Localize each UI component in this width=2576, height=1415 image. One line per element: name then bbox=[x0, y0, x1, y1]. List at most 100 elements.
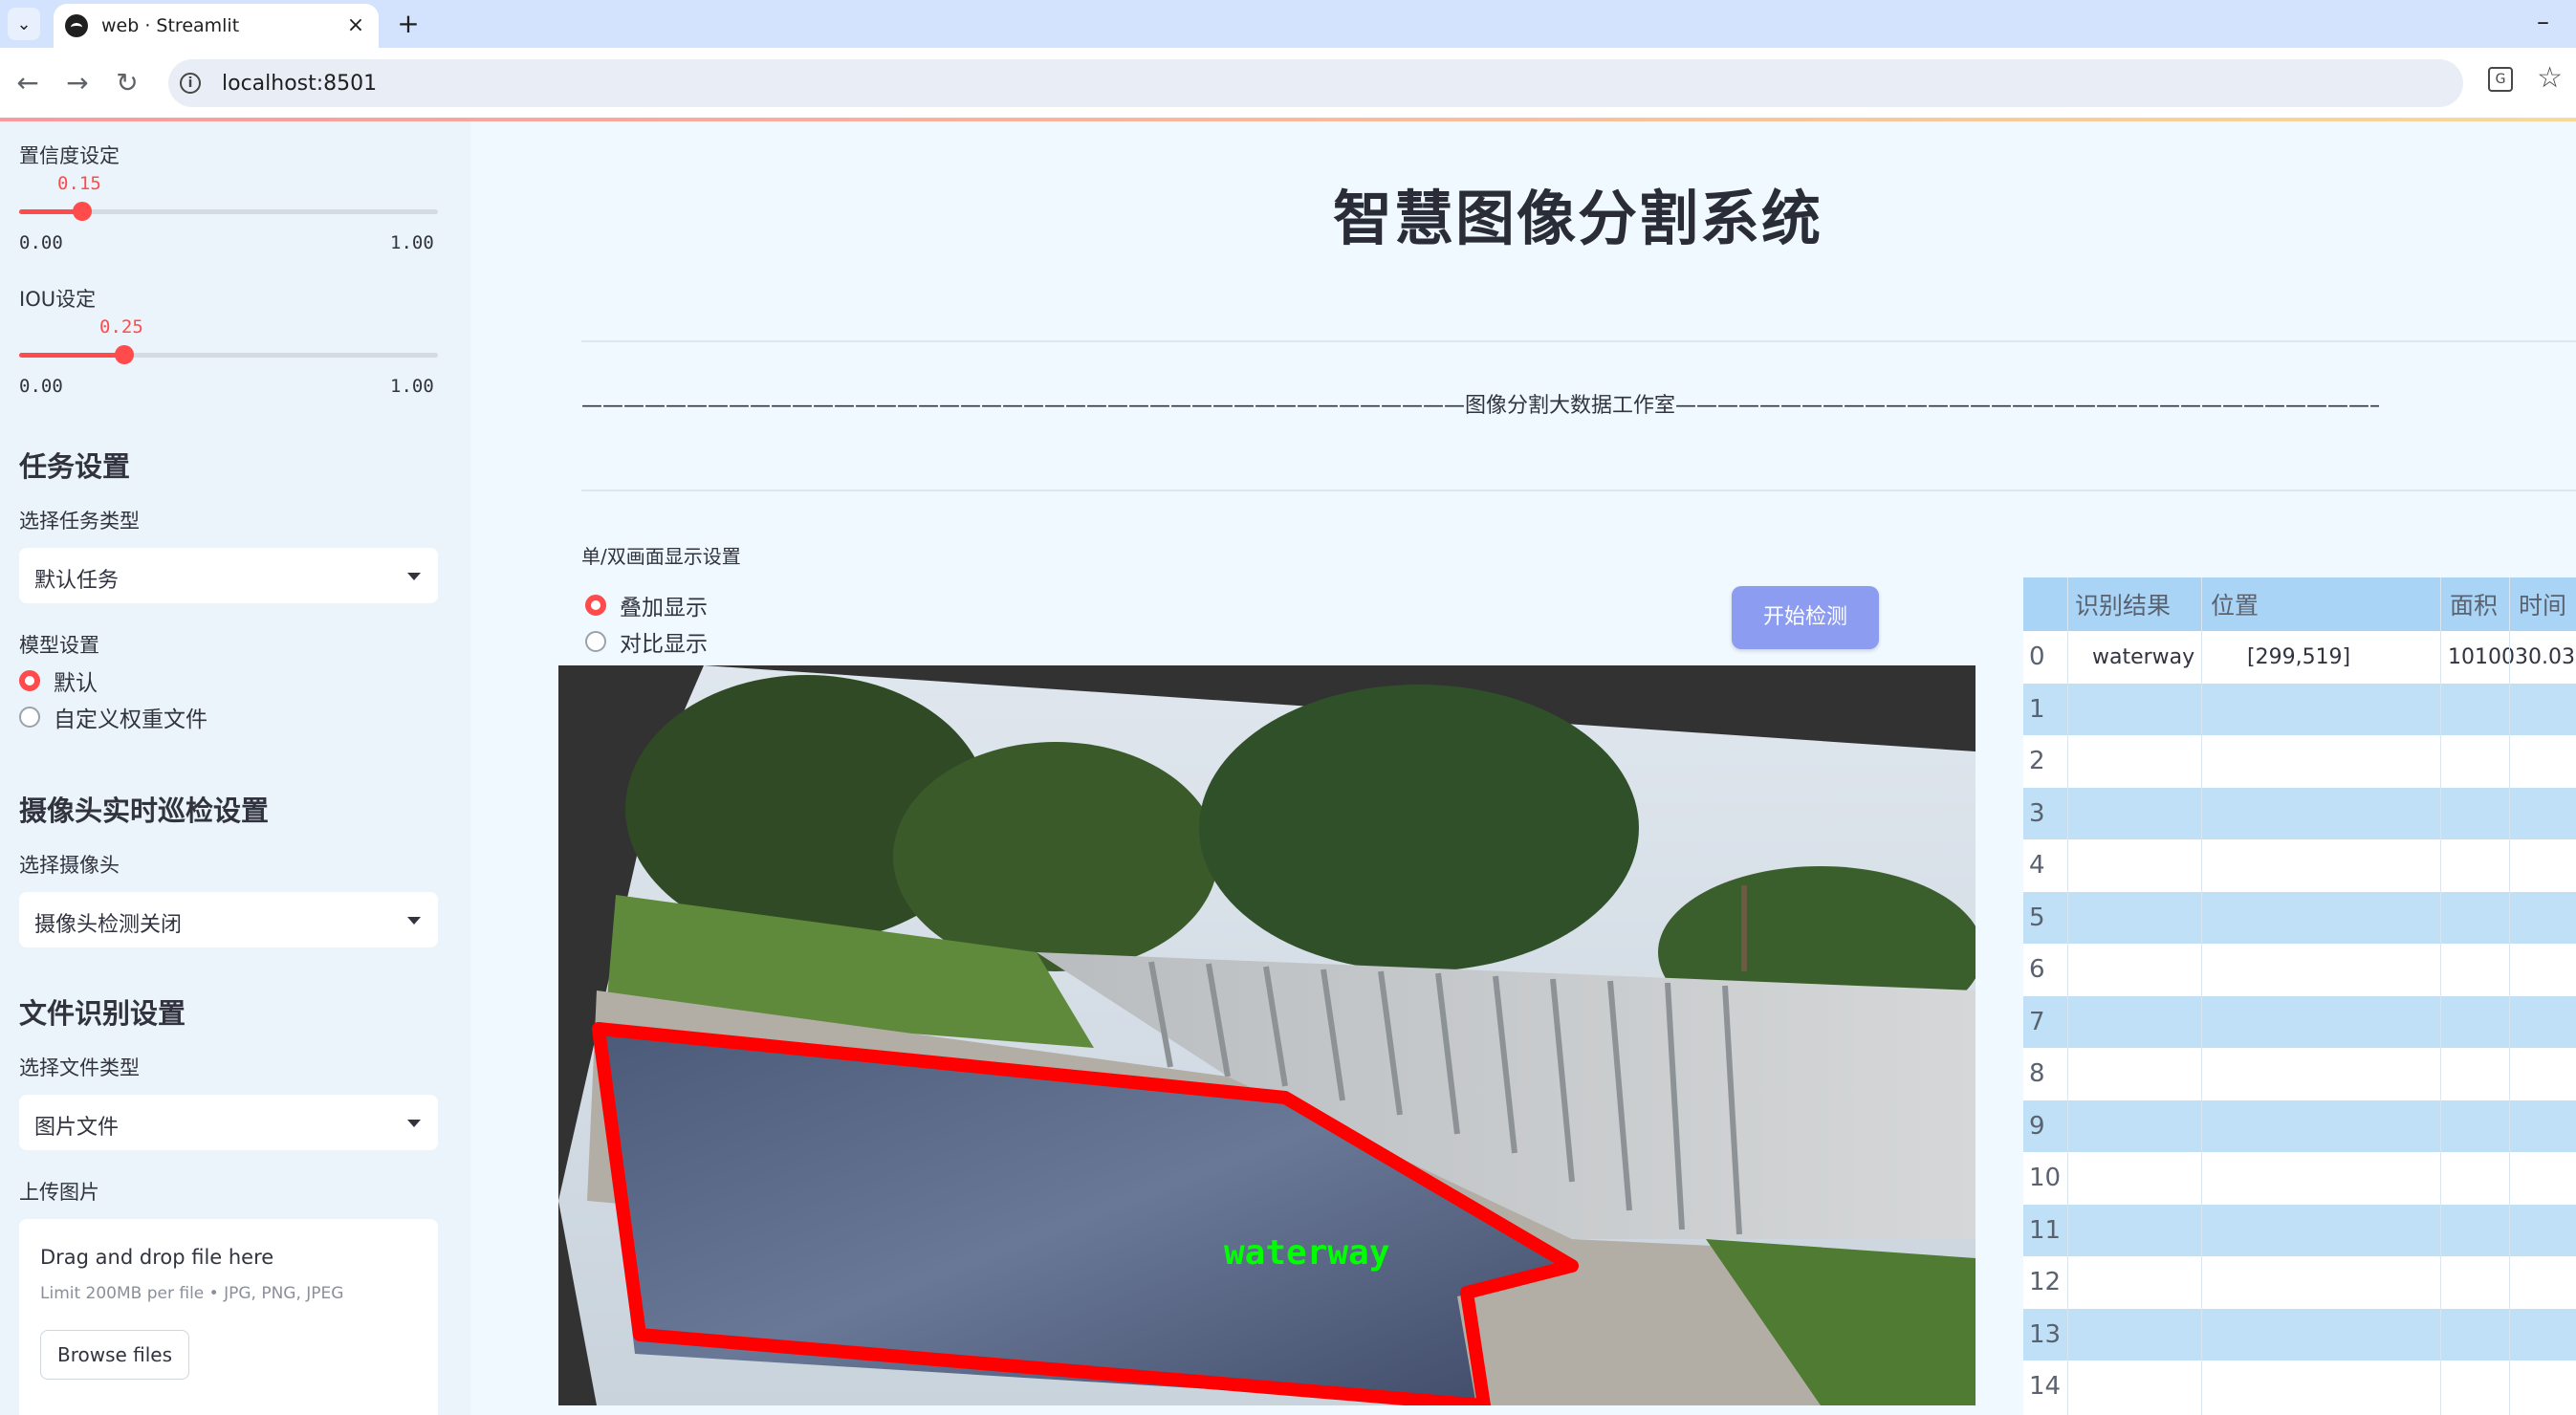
confidence-max: 1.00 bbox=[390, 232, 434, 253]
table-row[interactable]: 10 bbox=[2023, 1152, 2576, 1205]
chevron-down-icon bbox=[407, 1120, 421, 1127]
confidence-min: 0.00 bbox=[19, 232, 63, 253]
column-header-result[interactable]: 识别结果 bbox=[2075, 577, 2171, 631]
upload-limit: Limit 200MB per file • JPG, PNG, JPEG bbox=[40, 1284, 344, 1303]
row-index: 12 bbox=[2029, 1268, 2062, 1297]
confidence-slider-thumb[interactable] bbox=[72, 202, 92, 221]
table-row[interactable]: 14 bbox=[2023, 1361, 2576, 1413]
browser-tab-bar: ⌄ web · Streamlit × + – bbox=[0, 0, 2576, 48]
iou-min: 0.00 bbox=[19, 376, 63, 397]
chevron-down-icon bbox=[407, 917, 421, 925]
table-row[interactable]: 3 bbox=[2023, 787, 2576, 839]
row-index: 5 bbox=[2029, 903, 2045, 932]
display-option-compare[interactable]: 对比显示 bbox=[585, 625, 708, 658]
iou-slider[interactable] bbox=[19, 345, 438, 364]
column-divider bbox=[2509, 577, 2510, 1415]
table-row[interactable]: 12 bbox=[2023, 1256, 2576, 1309]
result-image-svg: waterway bbox=[558, 665, 1976, 1405]
row-index: 4 bbox=[2029, 851, 2045, 881]
sidebar: 置信度设定 0.15 0.00 1.00 IOU设定 0.25 0.00 1.0… bbox=[0, 121, 470, 1415]
iou-label: IOU设定 bbox=[19, 288, 97, 311]
row-index: 1 bbox=[2029, 694, 2045, 724]
display-option-label: 叠加显示 bbox=[620, 596, 708, 620]
table-header: 识别结果 位置 面积 时间 bbox=[2023, 577, 2576, 631]
display-option-label: 对比显示 bbox=[620, 632, 708, 657]
task-type-select[interactable]: 默认任务 bbox=[19, 548, 438, 603]
iou-slider-thumb[interactable] bbox=[114, 345, 134, 364]
forward-icon[interactable]: → bbox=[59, 65, 96, 101]
camera-select[interactable]: 摄像头检测关闭 bbox=[19, 892, 438, 947]
table-row[interactable]: 5 bbox=[2023, 891, 2576, 944]
row-index: 13 bbox=[2029, 1319, 2062, 1349]
browser-tab[interactable]: web · Streamlit × bbox=[54, 4, 379, 48]
camera-select-label: 选择摄像头 bbox=[19, 854, 120, 877]
file-settings-header: 文件识别设置 bbox=[19, 997, 186, 1030]
streamlit-favicon-icon bbox=[65, 14, 88, 37]
row-index: 11 bbox=[2029, 1215, 2062, 1245]
display-option-overlay[interactable]: 叠加显示 bbox=[585, 589, 708, 621]
row-index: 3 bbox=[2029, 798, 2045, 828]
row-index: 10 bbox=[2029, 1164, 2062, 1193]
column-divider bbox=[2440, 577, 2441, 1415]
file-type-label: 选择文件类型 bbox=[19, 1056, 140, 1079]
model-option-label: 默认 bbox=[54, 671, 98, 696]
model-option-default[interactable]: 默认 bbox=[19, 664, 98, 697]
row-index: 9 bbox=[2029, 1111, 2045, 1141]
file-type-select[interactable]: 图片文件 bbox=[19, 1095, 438, 1150]
segmentation-result-image: waterway bbox=[558, 665, 1976, 1405]
column-header-position[interactable]: 位置 bbox=[2211, 577, 2259, 631]
results-table[interactable]: 识别结果 位置 面积 时间 0 waterway [299,519] 1010030.… bbox=[2023, 577, 2576, 1415]
task-settings-header: 任务设置 bbox=[19, 450, 131, 483]
table-row[interactable]: 7 bbox=[2023, 995, 2576, 1048]
reload-icon[interactable]: ↻ bbox=[109, 65, 145, 101]
file-type-value: 图片文件 bbox=[34, 1116, 120, 1140]
new-tab-icon[interactable]: + bbox=[394, 10, 423, 38]
page-title-wrap: 智慧图像分割系统 bbox=[1147, 170, 2008, 256]
table-row[interactable]: 13 bbox=[2023, 1308, 2576, 1361]
tab-search-chevron-icon[interactable]: ⌄ bbox=[8, 8, 40, 40]
column-header-area[interactable]: 面积 bbox=[2450, 577, 2498, 631]
translate-icon[interactable]: G bbox=[2488, 67, 2513, 92]
divider-line-top bbox=[581, 340, 2576, 342]
task-type-value: 默认任务 bbox=[34, 569, 120, 593]
start-detection-button[interactable]: 开始检测 bbox=[1732, 586, 1879, 649]
table-row[interactable]: 6 bbox=[2023, 944, 2576, 996]
table-row[interactable]: 11 bbox=[2023, 1204, 2576, 1256]
upload-title: Drag and drop file here bbox=[40, 1246, 274, 1269]
table-row[interactable]: 4 bbox=[2023, 839, 2576, 892]
cell-position: [299,519] bbox=[2247, 644, 2351, 669]
table-row[interactable]: 8 bbox=[2023, 1048, 2576, 1100]
bookmark-star-icon[interactable]: ☆ bbox=[2537, 61, 2563, 95]
cell-area: 1010030.03 bbox=[2448, 644, 2575, 669]
site-info-icon[interactable]: i bbox=[180, 73, 201, 94]
table-row[interactable]: 0 waterway [299,519] 1010030.03 bbox=[2023, 631, 2576, 684]
model-option-label: 自定义权重文件 bbox=[54, 708, 207, 732]
iou-max: 1.00 bbox=[390, 376, 434, 397]
radio-selected-icon bbox=[585, 595, 606, 616]
back-icon[interactable]: ← bbox=[10, 65, 46, 101]
cell-result: waterway bbox=[2092, 644, 2195, 669]
iou-slider-fill bbox=[19, 353, 124, 358]
model-option-custom[interactable]: 自定义权重文件 bbox=[19, 701, 207, 733]
display-mode-label: 单/双画面显示设置 bbox=[581, 545, 741, 568]
file-uploader-dropzone[interactable]: Drag and drop file here Limit 200MB per … bbox=[19, 1219, 438, 1415]
row-index: 14 bbox=[2029, 1372, 2062, 1402]
row-index: 6 bbox=[2029, 955, 2045, 985]
window-minimize-icon[interactable]: – bbox=[2537, 8, 2549, 36]
confidence-label: 置信度设定 bbox=[19, 144, 120, 167]
radio-unselected-icon bbox=[19, 707, 40, 728]
table-row[interactable]: 2 bbox=[2023, 735, 2576, 788]
tab-title: web · Streamlit bbox=[101, 15, 240, 36]
task-type-label: 选择任务类型 bbox=[19, 510, 140, 533]
confidence-slider[interactable] bbox=[19, 202, 438, 221]
browse-files-button[interactable]: Browse files bbox=[40, 1330, 189, 1380]
column-header-time[interactable]: 时间 bbox=[2519, 577, 2566, 631]
column-divider bbox=[2201, 577, 2202, 1415]
table-row[interactable]: 9 bbox=[2023, 1099, 2576, 1152]
url-text: localhost:8501 bbox=[222, 71, 378, 96]
table-row[interactable]: 1 bbox=[2023, 683, 2576, 735]
omnibox[interactable]: i localhost:8501 bbox=[168, 59, 2463, 107]
radio-unselected-icon bbox=[585, 631, 606, 652]
row-index: 2 bbox=[2029, 747, 2045, 776]
tab-close-icon[interactable]: × bbox=[342, 12, 369, 39]
